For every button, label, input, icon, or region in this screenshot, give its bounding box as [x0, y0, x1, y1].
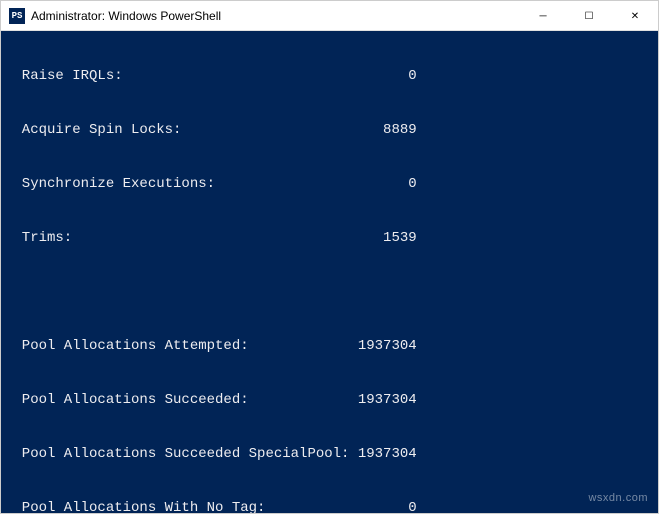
window-title: Administrator: Windows PowerShell [31, 9, 520, 23]
maximize-button[interactable]: ☐ [566, 1, 612, 31]
terminal-output[interactable]: Raise IRQLs: 0 Acquire Spin Locks: 8889 … [1, 31, 658, 513]
window-controls: ─ ☐ ✕ [520, 1, 658, 30]
terminal-line: Pool Allocations Succeeded: 1937304 [5, 391, 654, 409]
terminal-line: Pool Allocations Succeeded SpecialPool: … [5, 445, 654, 463]
close-button[interactable]: ✕ [612, 1, 658, 31]
titlebar[interactable]: PS Administrator: Windows PowerShell ─ ☐… [1, 1, 658, 31]
terminal-line: Pool Allocations With No Tag: 0 [5, 499, 654, 513]
terminal-line: Pool Allocations Attempted: 1937304 [5, 337, 654, 355]
terminal-line: Raise IRQLs: 0 [5, 67, 654, 85]
terminal-line: Synchronize Executions: 0 [5, 175, 654, 193]
terminal-line: Acquire Spin Locks: 8889 [5, 121, 654, 139]
powershell-window: PS Administrator: Windows PowerShell ─ ☐… [0, 0, 659, 514]
terminal-line: Trims: 1539 [5, 229, 654, 247]
terminal-line [5, 283, 654, 301]
powershell-icon: PS [9, 8, 25, 24]
minimize-button[interactable]: ─ [520, 1, 566, 31]
